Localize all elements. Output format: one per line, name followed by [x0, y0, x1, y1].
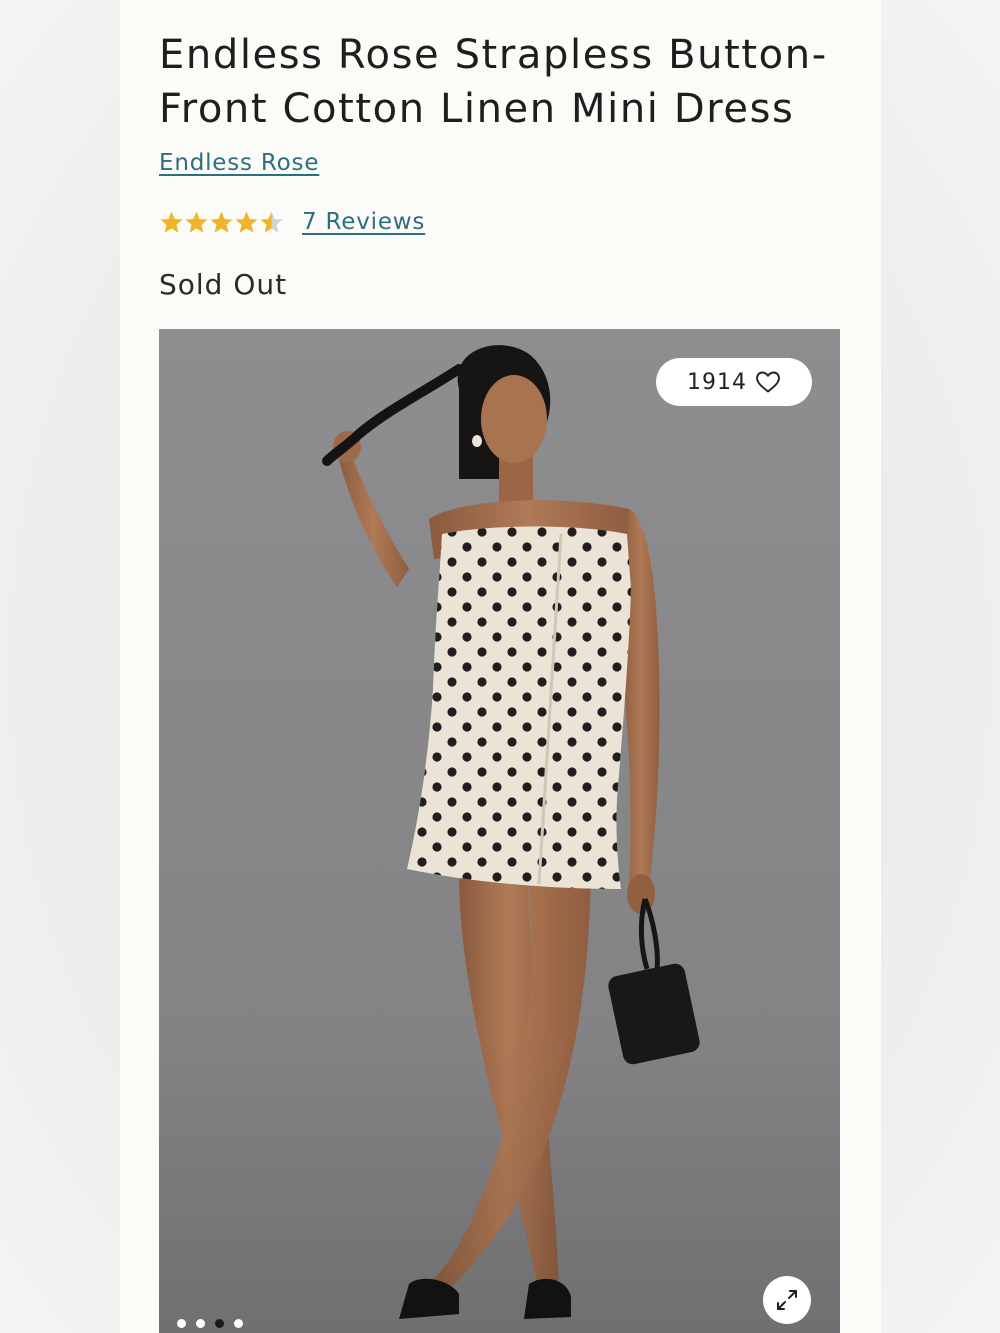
favorite-button[interactable]: 1914	[656, 358, 812, 406]
expand-arrows-icon	[777, 1290, 797, 1310]
carousel-dot[interactable]	[177, 1319, 186, 1328]
product-photo	[159, 345, 840, 1333]
product-page: Endless Rose Strapless Button-Front Cott…	[120, 0, 881, 1333]
star-icon	[210, 211, 233, 233]
star-icon	[185, 211, 208, 233]
favorite-count: 1914	[687, 369, 747, 395]
stock-status: Sold Out	[159, 268, 288, 301]
brand-link[interactable]: Endless Rose	[159, 150, 319, 176]
carousel-indicators	[177, 1319, 253, 1328]
rating-row: 7 Reviews	[159, 206, 425, 238]
carousel-dot-active[interactable]	[215, 1319, 224, 1328]
reviews-link[interactable]: 7 Reviews	[302, 209, 425, 235]
heart-outline-icon	[756, 371, 780, 393]
star-icon	[160, 211, 183, 233]
expand-image-button[interactable]	[763, 1276, 811, 1324]
product-title: Endless Rose Strapless Button-Front Cott…	[159, 32, 828, 132]
carousel-dot[interactable]	[196, 1319, 205, 1328]
product-image-gallery[interactable]: 1914	[159, 329, 840, 1333]
carousel-dot[interactable]	[234, 1319, 243, 1328]
half-star-icon	[260, 211, 283, 233]
star-rating[interactable]	[159, 207, 284, 237]
star-icon	[235, 211, 258, 233]
